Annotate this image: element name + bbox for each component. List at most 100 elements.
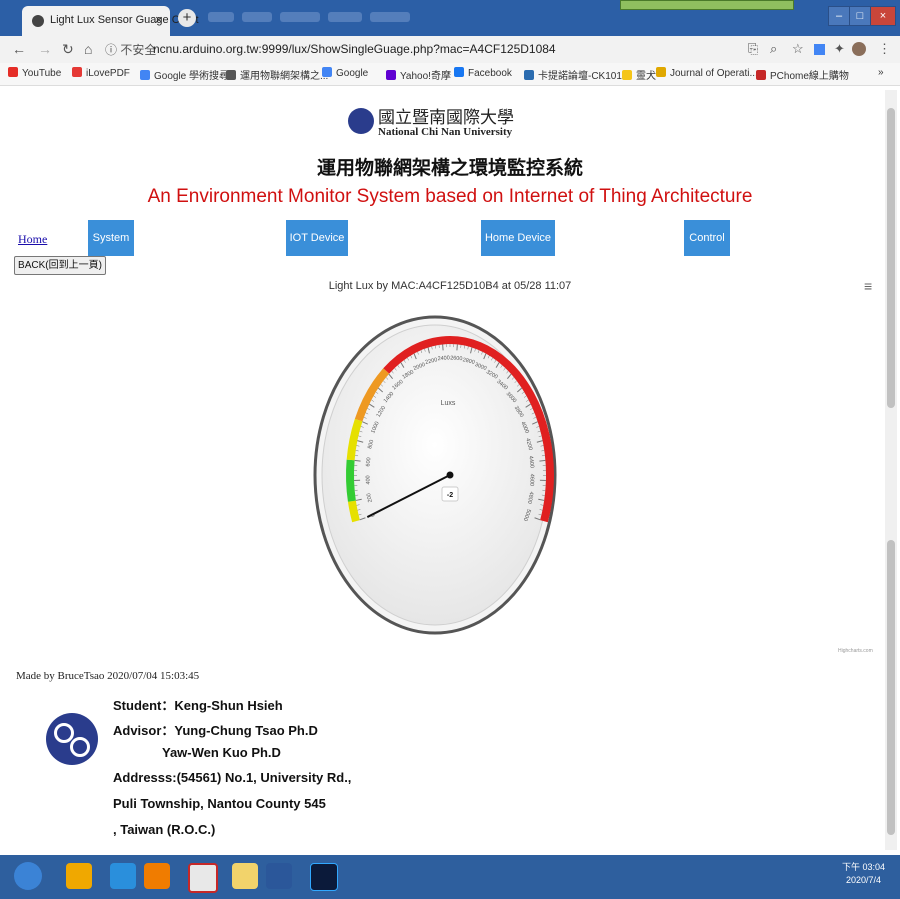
back-button[interactable]: BACK(回到上一頁) [14, 256, 106, 275]
bookmark-item[interactable]: 靈犬 [622, 67, 656, 82]
gauge-tick [354, 459, 361, 462]
page-scrollbar[interactable] [885, 90, 897, 850]
ie-icon[interactable] [110, 863, 136, 889]
gauge-band [347, 500, 360, 523]
bookmark-label: YouTube [22, 68, 62, 79]
bookmark-item[interactable]: Facebook [454, 67, 512, 79]
menu-dots-icon[interactable]: ⋮ [878, 41, 891, 57]
bookmark-label: 卡提諾論壇-CK101... [538, 71, 631, 82]
bookmark-item[interactable]: 運用物聯網架構之... [226, 67, 328, 82]
bookmark-star-icon[interactable]: ☆ [792, 41, 804, 57]
system-title-zh: 運用物聯網架構之環境監控系統 [316, 158, 583, 179]
url-field[interactable]: ⓘ 不安全 ncnu.arduino.org.tw:9999/lux/ShowS… [105, 39, 745, 59]
bookmark-favicon-icon [756, 70, 766, 80]
bookmark-favicon-icon [140, 70, 150, 80]
gauge-band [346, 459, 356, 502]
bookmark-label: Yahoo!奇摩 [400, 71, 451, 82]
chrome-icon[interactable] [66, 863, 92, 889]
bookmark-favicon-icon [524, 70, 534, 80]
security-indicator[interactable]: ⓘ 不安全 [105, 41, 156, 58]
bookmarks-bar: YouTube iLovePDF Google 學術搜尋 運用物聯網架構之... Goo… [0, 63, 900, 86]
decorative-banner [620, 0, 794, 10]
bookmark-item[interactable]: 卡提諾論壇-CK101... [524, 67, 630, 82]
bookmark-label: iLovePDF [86, 68, 130, 79]
zoom-icon[interactable]: ⌕ [770, 41, 777, 57]
chart-menu-icon[interactable]: ≡ [864, 278, 872, 294]
browser-titlebar: Light Lux Sensor Guage Chart × + – □ × [0, 0, 900, 36]
gauge-pivot [446, 471, 454, 479]
nav-iot-device-button[interactable]: IOT Device [286, 220, 348, 256]
bookmark-favicon-icon [656, 67, 666, 77]
bookmark-item[interactable]: YouTube [8, 67, 61, 79]
nav-system-button[interactable]: System [88, 220, 134, 256]
maximize-button[interactable]: □ [849, 6, 871, 26]
browser-tab[interactable]: Light Lux Sensor Guage Chart × [22, 6, 199, 36]
media-player-icon[interactable] [144, 863, 170, 889]
bookmark-favicon-icon [622, 70, 632, 80]
bookmark-item[interactable]: Google [322, 67, 368, 79]
reload-icon[interactable]: ↻ [62, 41, 74, 58]
page-favicon-icon [32, 15, 44, 27]
system-title-en: An Environment Monitor System based on I… [147, 186, 753, 207]
file-explorer-icon[interactable] [232, 863, 258, 889]
pdf-reader-icon[interactable] [188, 863, 218, 893]
home-icon[interactable]: ⌂ [84, 41, 92, 57]
translate-icon[interactable]: ⎘ [748, 41, 758, 57]
window-controls: – □ × [828, 6, 896, 26]
bookmark-favicon-icon [8, 67, 18, 77]
blurred-tab-area [370, 12, 410, 22]
highcharts-credits[interactable]: Highcharts.com [838, 648, 873, 654]
footer-address-1: Addresss:(54561) No.1, University Rd., [113, 770, 352, 785]
close-window-button[interactable]: × [870, 6, 896, 26]
bookmarks-more-icon[interactable]: » [878, 67, 884, 78]
university-name-en: National Chi Nan University [378, 126, 513, 138]
windows-taskbar: 下午 03:04 2020/7/4 [0, 855, 900, 899]
minimize-button[interactable]: – [828, 6, 850, 26]
bookmark-label: Journal of Operati... [670, 68, 758, 79]
extension-icon[interactable] [814, 44, 825, 55]
chart-title: Light Lux by MAC:A4CF125D10B4 at 05/28 1… [328, 280, 572, 292]
scrollbar-thumb[interactable] [887, 108, 895, 408]
footer-address-2: Puli Township, Nantou County 545 [113, 796, 326, 811]
university-emblem [46, 713, 98, 765]
start-button[interactable] [14, 862, 42, 890]
photoshop-icon[interactable] [310, 863, 338, 891]
bookmark-label: Google [336, 68, 369, 79]
bookmark-item[interactable]: Google 學術搜尋 [140, 67, 229, 82]
url-text: ncnu.arduino.org.tw:9999/lux/ShowSingleG… [153, 42, 556, 56]
new-tab-button[interactable]: + [178, 9, 196, 27]
bookmark-item[interactable]: iLovePDF [72, 67, 130, 79]
address-bar: ← → ↻ ⌂ ⓘ 不安全 ncnu.arduino.org.tw:9999/l… [0, 36, 900, 63]
tab-close-icon[interactable]: × [155, 12, 163, 27]
back-arrow-icon[interactable]: ← [12, 41, 26, 57]
gauge-tick-label: 4600 [528, 474, 535, 486]
made-by-text: Made by BruceTsao 2020/07/04 15:03:45 [16, 670, 200, 682]
bookmark-favicon-icon [226, 70, 236, 80]
tab-title: Light Lux Sensor Guage Chart [50, 14, 199, 26]
puzzle-icon[interactable]: ✦ [834, 41, 845, 57]
bookmark-label: 運用物聯網架構之... [240, 71, 329, 82]
bookmark-item[interactable]: PChome線上購物 [756, 67, 849, 82]
nav-control-button[interactable]: Control [684, 220, 730, 256]
home-link[interactable]: Home [18, 232, 47, 247]
word-icon[interactable] [266, 863, 292, 889]
bookmark-label: Facebook [468, 68, 512, 79]
forward-arrow-icon[interactable]: → [38, 41, 52, 57]
scrollbar-thumb[interactable] [887, 540, 895, 835]
bookmark-favicon-icon [322, 67, 332, 77]
footer-address-3: , Taiwan (R.O.C.) [113, 822, 216, 837]
nav-home-device-button[interactable]: Home Device [481, 220, 555, 256]
clock-date: 2020/7/4 [845, 875, 882, 885]
profile-avatar[interactable] [852, 42, 866, 56]
bookmark-item[interactable]: Yahoo!奇摩 [386, 67, 451, 82]
blurred-tab-area [328, 12, 362, 22]
bookmark-favicon-icon [454, 67, 464, 77]
gauge-tick-label: 600 [365, 457, 372, 467]
bookmark-item[interactable]: Journal of Operati... [656, 67, 758, 79]
footer-advisor-2: Yaw-Wen Kuo Ph.D [162, 745, 281, 760]
bookmark-favicon-icon [386, 70, 396, 80]
gauge-tick-label: 2400 [437, 355, 450, 362]
system-clock[interactable]: 下午 03:04 2020/7/4 [842, 861, 885, 887]
bookmark-label: Google 學術搜尋 [154, 71, 230, 82]
gauge-unit-label: Luxs [441, 400, 456, 407]
